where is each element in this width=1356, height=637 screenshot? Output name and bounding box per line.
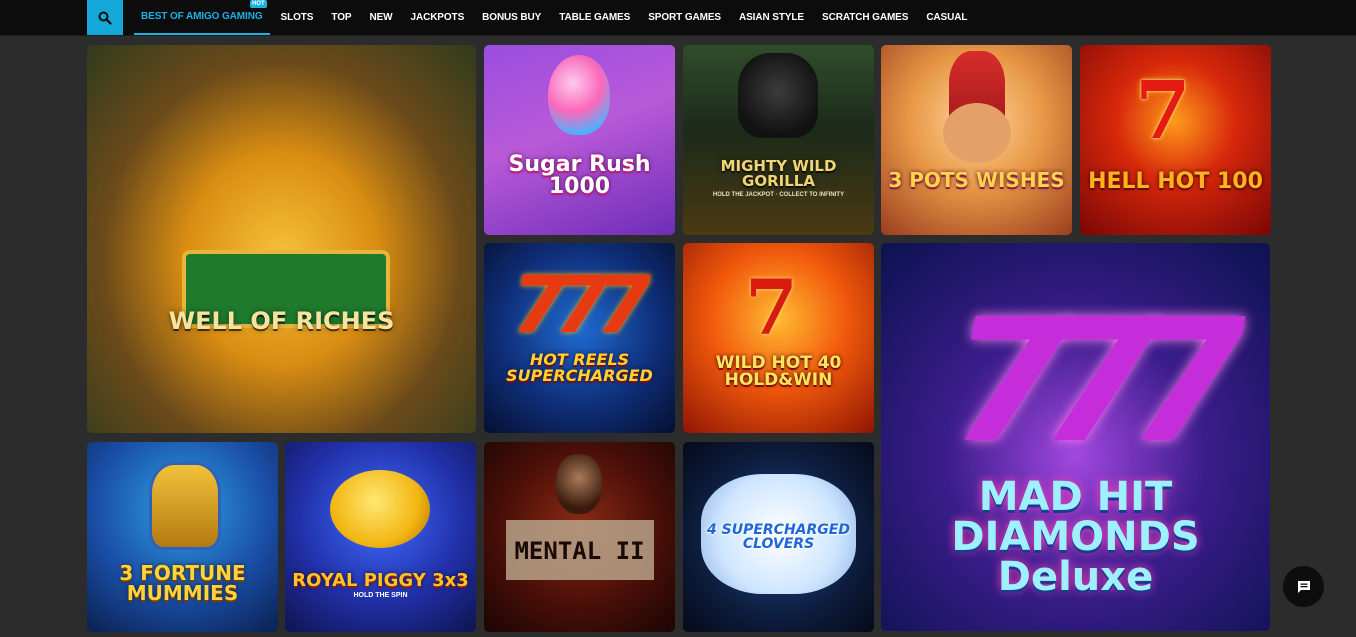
category-nav: BEST OF AMIGO GAMING HOT SLOTS TOP NEW J… (134, 0, 978, 35)
game-title: Sugar Rush 1000 (508, 152, 651, 199)
nav-item-bonus-buy[interactable]: BONUS BUY (475, 0, 548, 35)
game-tile-mad-hit-diamonds-deluxe[interactable]: 777 MAD HIT DIAMONDS Deluxe (881, 243, 1270, 631)
nav-item-jackpots[interactable]: JACKPOTS (403, 0, 471, 35)
search-button[interactable] (87, 0, 123, 35)
hot-badge: HOT (250, 0, 267, 8)
game-tile-wild-hot-40[interactable]: 7 WILD HOT 40 HOLD&WIN (683, 243, 874, 433)
nav-item-asian-style[interactable]: ASIAN STYLE (732, 0, 811, 35)
game-subtitle: HOLD THE JACKPOT · COLLECT TO INFINITY (712, 191, 845, 198)
nav-item-label: NEW (369, 12, 393, 23)
nav-item-label: TABLE GAMES (559, 12, 631, 23)
game-title: 4 SUPERCHARGED CLOVERS (707, 522, 850, 552)
nav-item-new[interactable]: NEW (362, 0, 399, 35)
search-icon (98, 11, 112, 25)
nav-item-label: SLOTS (280, 12, 314, 23)
chat-icon (1297, 580, 1310, 593)
game-tile-mighty-wild-gorilla[interactable]: MIGHTY WILD GORILLA HOLD THE JACKPOT · C… (683, 45, 874, 235)
nav-item-sport-games[interactable]: SPORT GAMES (641, 0, 728, 35)
nav-item-label: CASUAL (926, 12, 968, 23)
game-title: HELL HOT 100 (1088, 169, 1263, 194)
game-title: 3 FORTUNE MUMMIES (119, 561, 246, 605)
chat-button[interactable] (1283, 566, 1324, 607)
game-tile-hot-reels-supercharged[interactable]: 777 HOT REELS SUPERCHARGED (484, 243, 675, 433)
game-tile-4-supercharged-clovers[interactable]: 4 SUPERCHARGED CLOVERS (683, 442, 874, 632)
game-tile-3-fortune-mummies[interactable]: 3 FORTUNE MUMMIES (87, 442, 278, 632)
nav-item-label: TOP (331, 12, 352, 23)
nav-item-label: SCRATCH GAMES (822, 12, 909, 23)
nav-item-label: BEST OF AMIGO GAMING (141, 11, 263, 22)
game-title: WELL OF RICHES (168, 307, 395, 335)
game-title: HOT REELS SUPERCHARGED (506, 350, 653, 385)
triple-seven-icon: 777 (951, 283, 1246, 481)
nav-item-best-of-amigo-gaming[interactable]: BEST OF AMIGO GAMING HOT (134, 0, 270, 35)
nav-item-top[interactable]: TOP (324, 0, 358, 35)
triple-seven-icon: 777 (512, 261, 651, 351)
game-subtitle: HOLD THE SPIN (353, 591, 408, 599)
game-title: ROYAL PIGGY 3x3 (292, 569, 469, 591)
top-navigation-bar: BEST OF AMIGO GAMING HOT SLOTS TOP NEW J… (0, 0, 1356, 36)
game-tile-hell-hot-100[interactable]: 7 HELL HOT 100 (1080, 45, 1271, 235)
nav-item-label: ASIAN STYLE (738, 12, 805, 23)
nav-item-label: JACKPOTS (410, 12, 465, 23)
game-tile-3-pots-wishes[interactable]: 3 POTS WISHES (881, 45, 1072, 235)
nav-item-scratch-games[interactable]: SCRATCH GAMES (815, 0, 915, 35)
nav-item-table-games[interactable]: TABLE GAMES (552, 0, 637, 35)
game-tile-royal-piggy[interactable]: ROYAL PIGGY 3x3 HOLD THE SPIN (285, 442, 476, 632)
game-tile-sugar-rush-1000[interactable]: Sugar Rush 1000 (484, 45, 675, 235)
game-title: MIGHTY WILD GORILLA (720, 156, 837, 190)
seven-symbol-icon: 7 (745, 263, 798, 352)
game-tile-well-of-riches[interactable]: WELL OF RICHES (87, 45, 476, 433)
game-tile-mental-ii[interactable]: MENTAL II (484, 442, 675, 632)
game-title: WILD HOT 40 HOLD&WIN (715, 353, 842, 390)
nav-item-label: BONUS BUY (482, 12, 542, 23)
game-title: MENTAL II (514, 537, 645, 565)
seven-symbol-icon: 7 (1135, 63, 1191, 157)
nav-item-casual[interactable]: CASUAL (919, 0, 974, 35)
nav-item-label: SPORT GAMES (648, 12, 721, 23)
game-title: MAD HIT DIAMONDS Deluxe (951, 474, 1200, 600)
nav-item-slots[interactable]: SLOTS (274, 0, 321, 35)
game-title: 3 POTS WISHES (888, 168, 1065, 192)
